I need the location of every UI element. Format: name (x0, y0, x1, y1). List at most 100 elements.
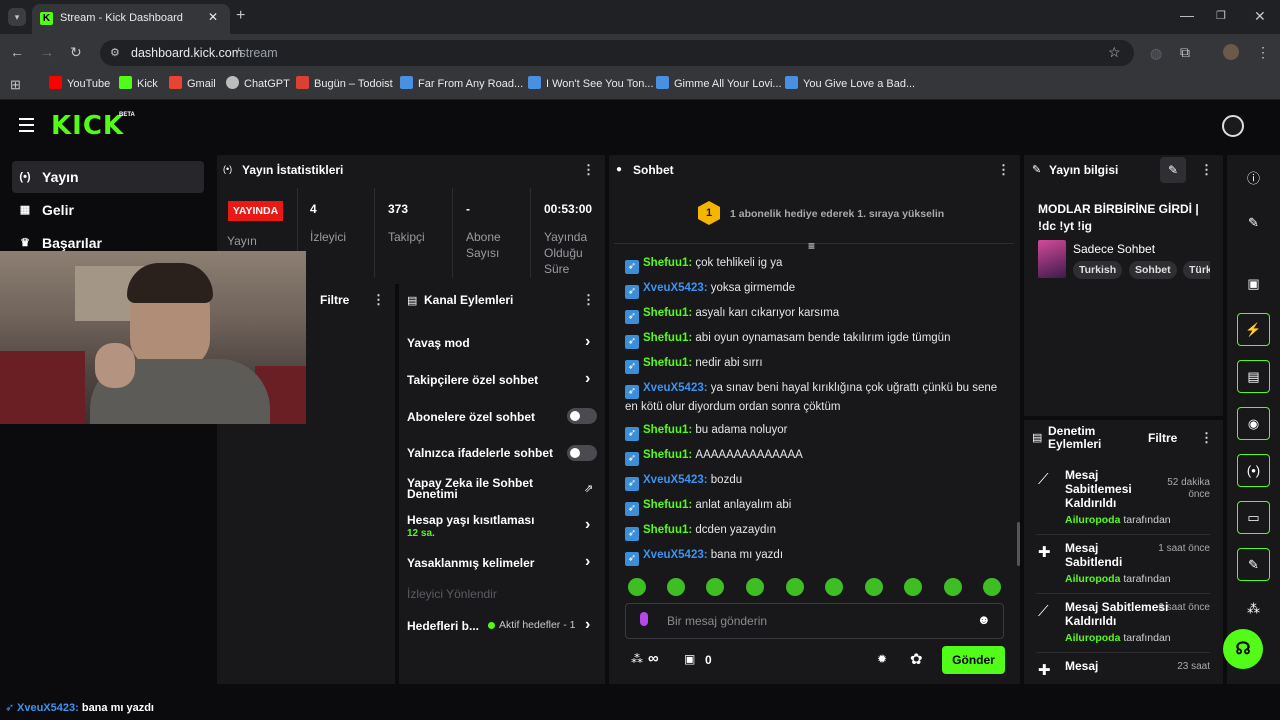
notes-button[interactable]: ▤ (1237, 360, 1270, 393)
emote-icon[interactable] (865, 578, 883, 596)
bookmark-chatgpt[interactable]: ChatGPT (226, 76, 290, 92)
chat-username[interactable]: XveuX5423 (643, 382, 704, 394)
stats-menu-icon[interactable]: ⋮ (582, 162, 595, 178)
bookmark-todoist[interactable]: Bugün – Todoist (296, 76, 393, 92)
emote-icon[interactable] (786, 578, 804, 596)
profile-avatar[interactable] (1223, 44, 1239, 60)
browser-menu-icon[interactable]: ⋮ (1256, 45, 1270, 59)
emotes-only-toggle[interactable] (567, 445, 597, 461)
category-name[interactable]: Sadece Sohbet (1073, 242, 1155, 256)
site-info-icon[interactable]: ⚙ (110, 46, 120, 59)
moderation-filter-button[interactable]: Filtre (1148, 431, 1177, 445)
apps-grid-icon[interactable]: ⊞ (10, 78, 21, 92)
kick-logo[interactable]: KICK BETA (51, 111, 135, 141)
send-button[interactable]: Gönder (942, 646, 1005, 674)
chat-username[interactable]: Shefuu1 (643, 332, 688, 344)
subscribers-only-toggle[interactable] (567, 408, 597, 424)
emote-icon[interactable] (628, 578, 646, 596)
emote-icon[interactable] (983, 578, 1001, 596)
support-button[interactable]: ☊ (1223, 629, 1263, 669)
emote-icon[interactable] (706, 578, 724, 596)
new-tab-icon[interactable]: + (236, 8, 245, 24)
channel-points-icon[interactable]: ⁂ (631, 652, 643, 666)
bookmark-song-2[interactable]: I Won't See You Ton... (528, 76, 654, 92)
bookmark-youtube[interactable]: YouTube (49, 76, 110, 92)
extension-icon[interactable]: ◍ (1150, 46, 1162, 60)
chat-scrollbar[interactable] (1017, 522, 1020, 566)
moderation-menu-icon[interactable]: ⋮ (1200, 430, 1213, 446)
emote-icon[interactable] (746, 578, 764, 596)
edit-info-button[interactable]: ✎ (1160, 157, 1186, 183)
capture-icon[interactable]: ▣ (1237, 276, 1270, 296)
chest-icon[interactable]: ▣ (684, 652, 695, 666)
stream-info-menu-icon[interactable]: ⋮ (1200, 162, 1213, 178)
bookmark-kick[interactable]: Kick (119, 76, 158, 92)
tag-chip[interactable]: Turkish (1073, 261, 1123, 279)
action-goals[interactable]: Hedefleri b... (407, 619, 479, 633)
quick-actions-button[interactable]: ⚡ (1237, 313, 1270, 346)
chat-username[interactable]: Shefuu1 (643, 499, 688, 511)
chat-username[interactable]: Shefuu1 (643, 257, 688, 269)
bookmark-song-3[interactable]: Gimme All Your Lovi... (656, 76, 782, 92)
tag-chip[interactable]: Türk (1183, 261, 1210, 279)
microphone-icon[interactable] (640, 612, 648, 626)
window-close-icon[interactable]: ✕ (1254, 9, 1266, 23)
action-banned-words[interactable]: Yasaklanmış kelimeler (407, 556, 534, 570)
broadcast-button[interactable]: (•) (1237, 454, 1270, 487)
chat-username[interactable]: XveuX5423 (643, 474, 704, 486)
emote-picker-icon[interactable]: ✿ (910, 650, 923, 668)
emote-icon[interactable] (825, 578, 843, 596)
address-bar[interactable]: ⚙ dashboard.kick.com /stream ☆ (100, 40, 1134, 66)
emote-icon[interactable] (667, 578, 685, 596)
chat-username[interactable]: Shefuu1 (643, 424, 688, 436)
emoji-icon[interactable]: ☻ (977, 612, 991, 627)
chat-button[interactable]: ◉ (1237, 407, 1270, 440)
tools-button[interactable]: ✎ (1237, 548, 1270, 581)
bookmark-gmail[interactable]: Gmail (169, 76, 216, 92)
action-slow-mode[interactable]: Yavaş mod (407, 336, 470, 350)
chevron-right-icon[interactable]: › (585, 553, 590, 571)
chevron-right-icon[interactable]: › (585, 333, 590, 351)
bookmark-song-4[interactable]: You Give Love a Bad... (785, 76, 915, 92)
extensions-puzzle-icon[interactable]: ⧉ (1180, 45, 1190, 59)
action-followers-only[interactable]: Takipçilere özel sohbet (407, 373, 538, 387)
chat-username[interactable]: Shefuu1 (643, 307, 688, 319)
action-ai-moderation[interactable]: Yapay Zeka ile Sohbet Denetimi (407, 477, 557, 500)
chat-username[interactable]: XveuX5423 (643, 549, 704, 561)
reload-icon[interactable]: ↻ (70, 45, 82, 59)
pinned-toggle-icon[interactable]: ≡ (808, 239, 815, 253)
chat-username[interactable]: XveuX5423 (643, 282, 704, 294)
restore-icon[interactable]: ❐ (1216, 9, 1226, 23)
info-icon[interactable]: ⓘ (1237, 168, 1270, 188)
nav-item-gelir[interactable]: ▦ Gelir (12, 194, 204, 226)
chat-username[interactable]: Shefuu1 (643, 357, 688, 369)
tab-search-icon[interactable]: ▾ (8, 8, 26, 26)
filter-menu-icon[interactable]: ⋮ (372, 292, 385, 308)
user-avatar[interactable] (1222, 115, 1244, 137)
chevron-right-icon[interactable]: › (585, 616, 590, 634)
nav-item-yayin[interactable]: (•) Yayın (12, 161, 204, 193)
scenes-button[interactable]: ▭ (1237, 501, 1270, 534)
tag-chip[interactable]: Sohbet (1129, 261, 1177, 279)
minimize-icon[interactable]: — (1180, 8, 1194, 22)
filter-title[interactable]: Filtre (320, 293, 349, 307)
chevron-right-icon[interactable]: › (585, 516, 590, 534)
bookmark-star-icon[interactable]: ☆ (1108, 44, 1121, 61)
action-account-age[interactable]: Hesap yaşı kısıtlaması (407, 513, 534, 527)
tab-close-icon[interactable]: ✕ (208, 10, 218, 24)
emote-icon[interactable] (944, 578, 962, 596)
bookmark-song-1[interactable]: Far From Any Road... (400, 76, 523, 92)
actions-menu-icon[interactable]: ⋮ (582, 292, 595, 308)
chat-username[interactable]: Shefuu1 (643, 449, 688, 461)
chat-settings-icon[interactable]: ✹ (877, 652, 887, 666)
forward-icon[interactable]: → (40, 45, 54, 59)
emote-icon[interactable] (904, 578, 922, 596)
external-link-icon[interactable]: ⇗ (584, 482, 593, 495)
chevron-right-icon[interactable]: › (585, 370, 590, 388)
chat-menu-icon[interactable]: ⋮ (997, 162, 1010, 178)
chat-username[interactable]: Shefuu1 (643, 524, 688, 536)
browser-tab[interactable]: K Stream - Kick Dashboard ✕ (32, 4, 230, 34)
edit-icon[interactable]: ✎ (1237, 215, 1270, 235)
back-icon[interactable]: ← (10, 45, 24, 59)
points-icon[interactable]: ⁂ (1237, 601, 1270, 621)
